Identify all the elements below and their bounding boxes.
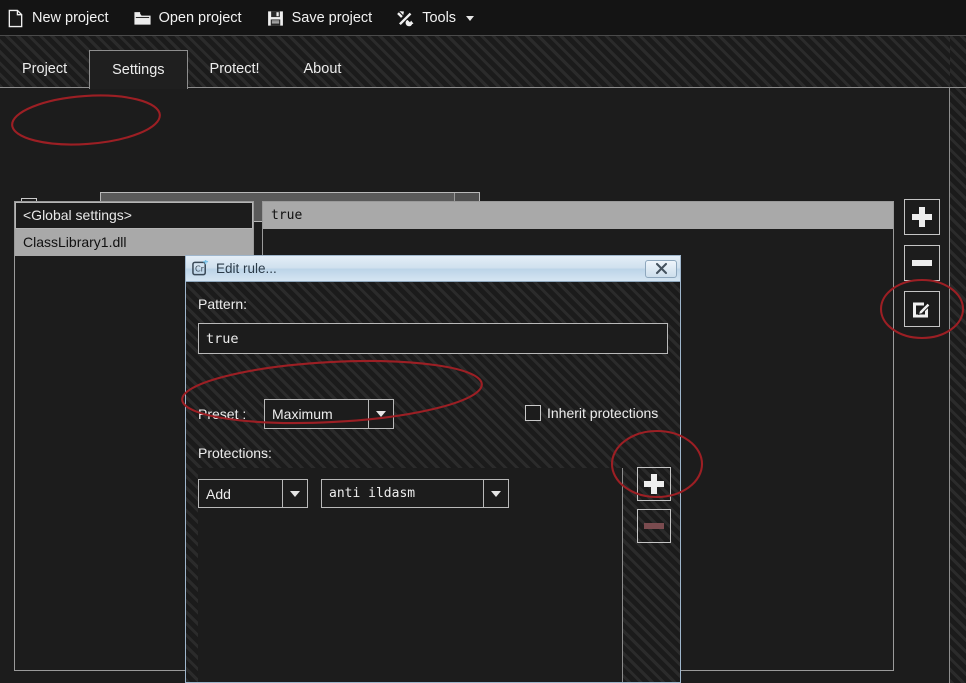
chevron-down-icon	[491, 490, 501, 497]
save-project-button[interactable]: Save project	[254, 2, 385, 34]
tab-about-label: About	[303, 61, 342, 77]
dialog-close-button[interactable]	[645, 259, 677, 278]
protection-name-value: anti ildasm	[329, 486, 416, 501]
preset-combobox-arrow-box[interactable]	[368, 400, 393, 428]
save-floppy-icon	[267, 10, 283, 26]
main-toolbar: New project Open project Save project To…	[0, 0, 966, 36]
tools-menu-button[interactable]: Tools	[384, 2, 486, 34]
tools-wrench-icon	[397, 10, 414, 26]
protections-label: Protections:	[198, 445, 272, 461]
minus-icon	[644, 523, 664, 529]
cr-app-icon: Cr	[192, 260, 209, 276]
remove-rule-button[interactable]	[904, 245, 940, 281]
list-item[interactable]: ClassLibrary1.dll	[15, 229, 253, 256]
new-project-label: New project	[32, 10, 109, 26]
tab-settings[interactable]: Settings	[89, 50, 188, 89]
list-item[interactable]: <Global settings>	[15, 202, 253, 229]
protections-panel: Add anti ildasm	[198, 468, 623, 682]
tab-project[interactable]: Project	[0, 50, 89, 88]
protection-name-arrow-box[interactable]	[483, 480, 508, 507]
new-project-button[interactable]: New project	[0, 2, 121, 34]
pattern-input-value: true	[206, 330, 239, 347]
protection-action-arrow-box[interactable]	[282, 480, 307, 507]
protection-name-combobox[interactable]: anti ildasm	[321, 479, 509, 508]
tab-list: Project Settings Protect! About	[0, 50, 364, 89]
tab-protect-label: Protect!	[209, 61, 260, 77]
plus-icon	[644, 474, 664, 494]
plus-icon	[912, 207, 932, 227]
edit-pencil-icon	[913, 302, 931, 318]
add-rule-button[interactable]	[904, 199, 940, 235]
edit-rule-dialog: Cr Edit rule... Pattern: true Preset : M…	[185, 255, 681, 683]
pattern-label: Pattern:	[198, 296, 248, 312]
remove-protection-button[interactable]	[637, 509, 671, 543]
open-project-button[interactable]: Open project	[121, 2, 254, 34]
open-folder-icon	[133, 11, 151, 25]
right-edge-band	[950, 36, 966, 683]
add-protection-button[interactable]	[637, 467, 671, 501]
tab-strip: Project Settings Protect! About	[0, 36, 966, 89]
chevron-down-icon	[466, 15, 475, 21]
preset-label: Preset :	[198, 406, 247, 422]
close-icon	[655, 262, 667, 275]
inherit-protections-label: Inherit protections	[547, 405, 659, 421]
tab-project-label: Project	[22, 61, 68, 77]
tab-protect[interactable]: Protect!	[188, 50, 282, 88]
svg-text:Cr: Cr	[195, 264, 205, 274]
dialog-body: Pattern: true Preset : Maximum Inherit p…	[186, 282, 680, 682]
save-project-label: Save project	[291, 10, 373, 26]
preset-combobox-value: Maximum	[272, 406, 333, 422]
application-window: New project Open project Save project To…	[0, 0, 966, 683]
inherit-protections-checkbox[interactable]	[525, 405, 541, 421]
dialog-title-label: Edit rule...	[216, 261, 277, 276]
tab-settings-label: Settings	[112, 62, 165, 78]
open-project-label: Open project	[158, 10, 242, 26]
chevron-down-icon	[290, 490, 300, 497]
preset-combobox[interactable]: Maximum	[264, 399, 394, 429]
new-document-icon	[8, 9, 23, 27]
dialog-title-bar[interactable]: Cr Edit rule...	[186, 256, 680, 282]
protection-action-combobox[interactable]: Add	[198, 479, 308, 508]
protection-action-value: Add	[206, 485, 231, 502]
pattern-input[interactable]: true	[198, 323, 668, 354]
edit-rule-button[interactable]	[904, 291, 940, 327]
minus-icon	[912, 260, 932, 266]
tools-label: Tools	[422, 10, 457, 26]
list-item[interactable]: true	[263, 202, 893, 229]
tab-about[interactable]: About	[282, 50, 364, 88]
chevron-down-icon	[376, 411, 386, 417]
